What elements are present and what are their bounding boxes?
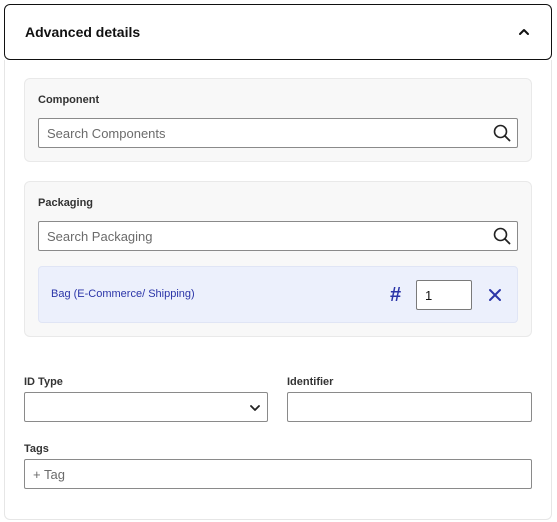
chevron-up-icon[interactable] (517, 25, 531, 39)
tags-placeholder: + Tag (33, 466, 65, 482)
id-type-label: ID Type (24, 376, 63, 388)
packaging-search-placeholder: Search Packaging (47, 228, 153, 244)
packaging-item: Bag (E-Commerce/ Shipping) # 1 (38, 266, 518, 323)
component-label: Component (38, 94, 100, 106)
packaging-search-input[interactable]: Search Packaging (38, 221, 518, 251)
chevron-down-icon (249, 401, 261, 413)
remove-item-icon[interactable] (487, 287, 503, 303)
identifier-input[interactable] (287, 392, 532, 422)
section-title: Advanced details (25, 24, 141, 40)
search-icon[interactable] (487, 119, 517, 147)
packaging-label: Packaging (38, 197, 94, 209)
advanced-details-header[interactable]: Advanced details (4, 4, 552, 60)
component-card: Component Search Components (24, 78, 532, 162)
quantity-input[interactable]: 1 (416, 280, 472, 310)
tags-label: Tags (24, 443, 49, 455)
component-search-input[interactable]: Search Components (38, 118, 518, 148)
id-type-select[interactable] (24, 392, 268, 422)
component-search-placeholder: Search Components (47, 125, 166, 141)
identifier-label: Identifier (287, 376, 334, 388)
hash-icon: # (390, 284, 402, 306)
packaging-item-name: Bag (E-Commerce/ Shipping) (51, 288, 195, 300)
packaging-card: Packaging Search Packaging Bag (E-Commer… (24, 181, 532, 337)
search-icon[interactable] (487, 222, 517, 250)
tags-input[interactable]: + Tag (24, 459, 532, 489)
